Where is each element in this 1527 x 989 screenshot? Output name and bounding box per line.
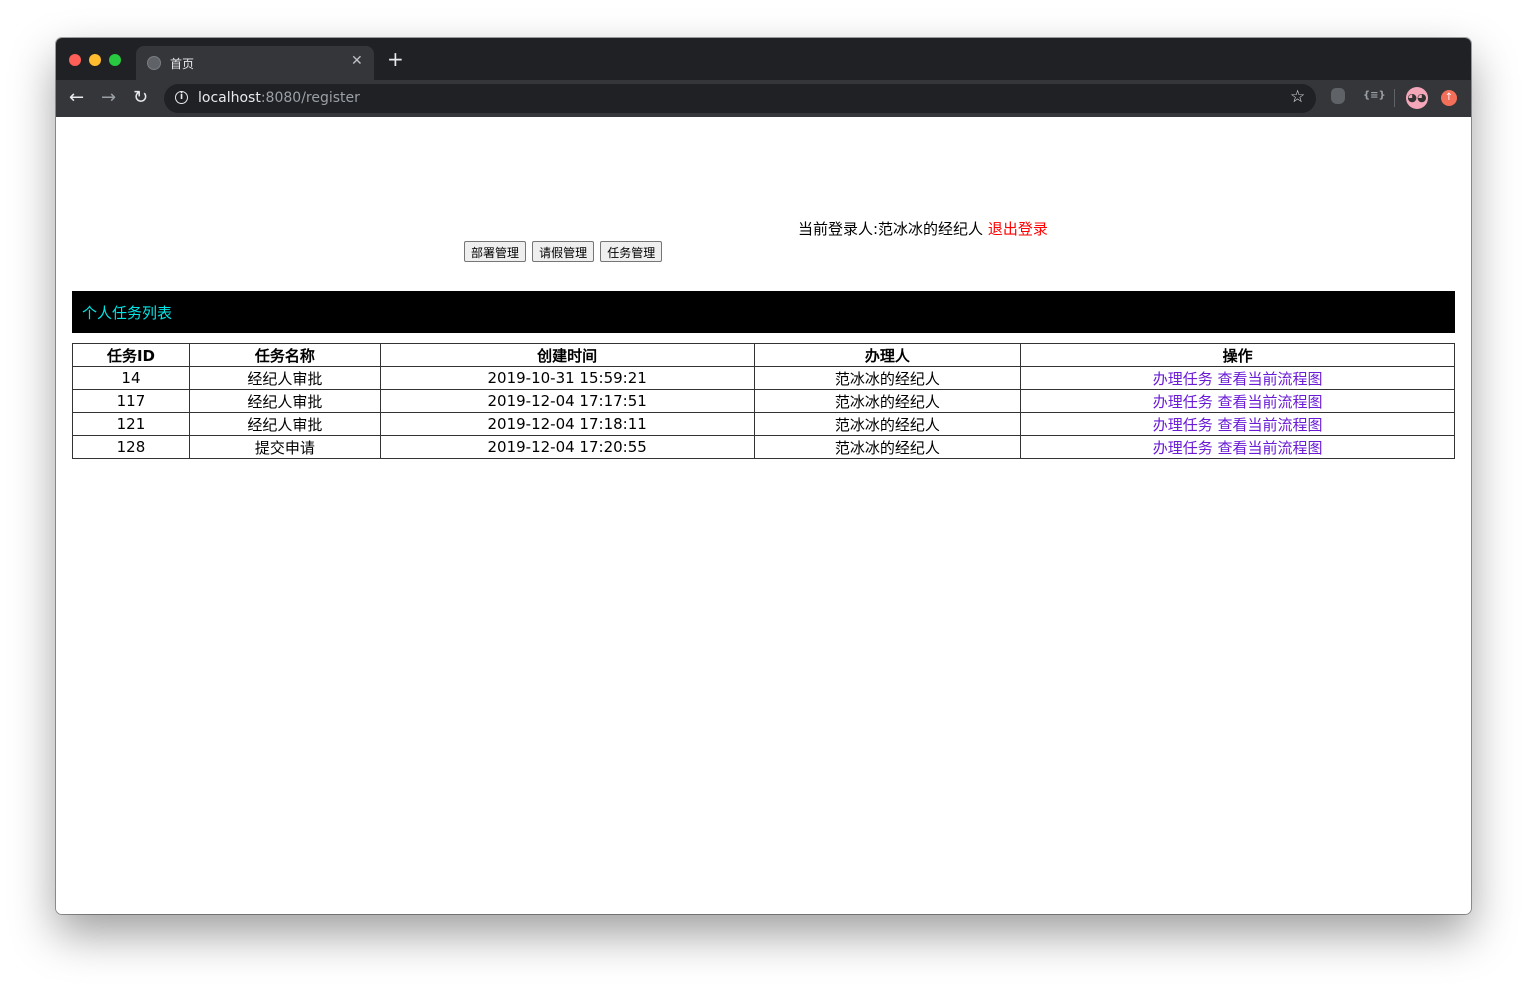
table-row: 117 经纪人审批 2019-12-04 17:17:51 范冰冰的经纪人 办理…: [72, 389, 1455, 413]
info-icon[interactable]: i: [175, 91, 188, 104]
view-flowchart-link[interactable]: 查看当前流程图: [1218, 439, 1323, 457]
deploy-manage-button[interactable]: 部署管理: [464, 241, 527, 262]
tab-bar: 首页 ✕ +: [56, 38, 1471, 80]
leave-manage-button[interactable]: 请假管理: [532, 241, 595, 262]
task-list-title: 个人任务列表: [82, 304, 173, 322]
view-flowchart-link[interactable]: 查看当前流程图: [1218, 416, 1323, 434]
forward-icon[interactable]: →: [101, 87, 116, 109]
cell-task-id: 121: [72, 412, 190, 436]
handle-task-link[interactable]: 办理任务: [1153, 370, 1213, 388]
toolbar-divider: [1394, 89, 1395, 107]
back-icon[interactable]: ←: [69, 87, 84, 109]
cell-create-time: 2019-12-04 17:18:11: [379, 412, 755, 436]
cell-actions: 办理任务 查看当前流程图: [1020, 412, 1455, 436]
new-tab-button[interactable]: +: [387, 48, 404, 70]
handle-task-link[interactable]: 办理任务: [1153, 439, 1213, 457]
cell-actions: 办理任务 查看当前流程图: [1020, 366, 1455, 390]
cell-assignee: 范冰冰的经纪人: [753, 412, 1022, 436]
minimize-window-button[interactable]: [89, 54, 101, 66]
evernote-extension-icon[interactable]: [1331, 88, 1345, 104]
url-text[interactable]: localhost:8080/register: [198, 90, 360, 106]
table-row: 14 经纪人审批 2019-10-31 15:59:21 范冰冰的经纪人 办理任…: [72, 366, 1455, 390]
cell-assignee: 范冰冰的经纪人: [753, 435, 1022, 459]
task-list-header: 个人任务列表: [72, 291, 1455, 333]
header-create-time: 创建时间: [379, 343, 755, 367]
handle-task-link[interactable]: 办理任务: [1153, 416, 1213, 434]
bookmark-star-icon[interactable]: ☆: [1290, 87, 1305, 107]
reload-icon[interactable]: ↻: [133, 87, 148, 109]
cell-assignee: 范冰冰的经纪人: [753, 366, 1022, 390]
table-header-row: 任务ID 任务名称 创建时间 办理人 操作: [72, 343, 1455, 367]
handle-task-link[interactable]: 办理任务: [1153, 393, 1213, 411]
login-status: 当前登录人:范冰冰的经纪人 退出登录: [798, 218, 1048, 239]
browser-toolbar: ← → ↻ i localhost:8080/register ☆ {≡} ◕◕…: [56, 80, 1471, 117]
tab-home[interactable]: 首页 ✕: [136, 46, 374, 80]
cell-task-id: 128: [72, 435, 190, 459]
page-content: 当前登录人:范冰冰的经纪人 退出登录 部署管理 请假管理 任务管理 个人任务列表…: [56, 117, 1471, 914]
url-path: :8080/register: [260, 90, 360, 106]
cell-task-name: 提交申请: [188, 435, 381, 459]
globe-icon: [147, 56, 161, 70]
nav-buttons: 部署管理 请假管理 任务管理: [464, 241, 663, 262]
cell-create-time: 2019-10-31 15:59:21: [379, 366, 755, 390]
task-manage-button[interactable]: 任务管理: [600, 241, 663, 262]
cell-actions: 办理任务 查看当前流程图: [1020, 389, 1455, 413]
cell-task-id: 117: [72, 389, 190, 413]
url-host: localhost: [198, 90, 261, 106]
profile-avatar-icon[interactable]: ◕◕: [1406, 87, 1428, 109]
logout-link[interactable]: 退出登录: [988, 220, 1048, 238]
json-extension-icon[interactable]: {≡}: [1363, 90, 1386, 101]
close-window-button[interactable]: [69, 54, 81, 66]
upload-extension-icon[interactable]: ↑: [1441, 90, 1457, 106]
cell-assignee: 范冰冰的经纪人: [753, 389, 1022, 413]
view-flowchart-link[interactable]: 查看当前流程图: [1218, 370, 1323, 388]
header-actions: 操作: [1020, 343, 1455, 367]
maximize-window-button[interactable]: [109, 54, 121, 66]
cell-create-time: 2019-12-04 17:17:51: [379, 389, 755, 413]
cell-task-id: 14: [72, 366, 190, 390]
header-assignee: 办理人: [753, 343, 1022, 367]
cell-task-name: 经纪人审批: [188, 389, 381, 413]
table-row: 121 经纪人审批 2019-12-04 17:18:11 范冰冰的经纪人 办理…: [72, 412, 1455, 436]
cell-create-time: 2019-12-04 17:20:55: [379, 435, 755, 459]
cell-actions: 办理任务 查看当前流程图: [1020, 435, 1455, 459]
address-bar[interactable]: i localhost:8080/register ☆: [164, 84, 1316, 113]
table-row: 128 提交申请 2019-12-04 17:20:55 范冰冰的经纪人 办理任…: [72, 435, 1455, 459]
view-flowchart-link[interactable]: 查看当前流程图: [1218, 393, 1323, 411]
cell-task-name: 经纪人审批: [188, 412, 381, 436]
close-tab-icon[interactable]: ✕: [351, 53, 363, 69]
task-table: 任务ID 任务名称 创建时间 办理人 操作 14 经纪人审批 2019-10-3…: [72, 343, 1455, 459]
header-task-id: 任务ID: [72, 343, 190, 367]
cell-task-name: 经纪人审批: [188, 366, 381, 390]
browser-window: 首页 ✕ + ← → ↻ i localhost:8080/register ☆…: [56, 38, 1471, 914]
header-task-name: 任务名称: [188, 343, 381, 367]
tab-title: 首页: [170, 57, 195, 71]
current-user-label: 当前登录人:范冰冰的经纪人: [798, 220, 984, 238]
